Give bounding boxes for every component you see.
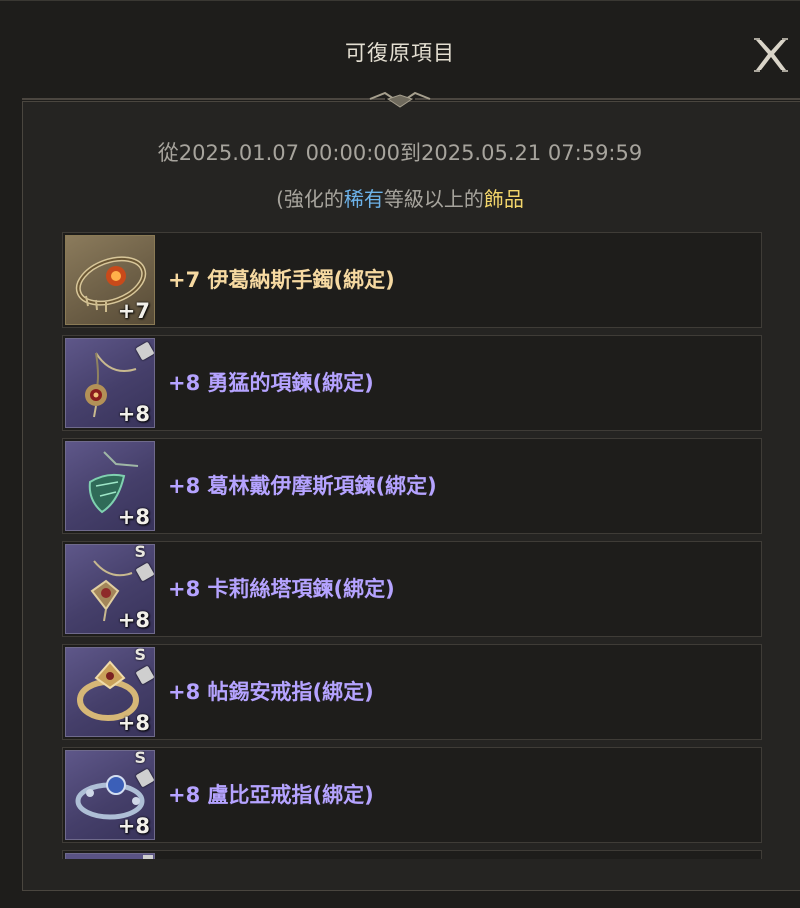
enhance-level: +7 bbox=[117, 299, 150, 323]
condition-category: 飾品 bbox=[483, 187, 524, 211]
close-button[interactable] bbox=[752, 36, 790, 74]
restore-period-text: 從2025.01.07 00:00:00到2025.05.21 07:59:59 bbox=[157, 141, 643, 165]
enhance-level: +8 bbox=[117, 711, 150, 735]
item-thumbnail: S +8 bbox=[65, 647, 155, 737]
restore-condition-text: (強化的稀有等級以上的飾品 bbox=[0, 183, 800, 212]
item-thumbnail: +8 bbox=[65, 338, 155, 428]
enhance-level: +8 bbox=[117, 814, 150, 838]
s-grade-badge: S bbox=[134, 544, 146, 561]
enhance-level: +8 bbox=[117, 505, 150, 529]
list-item[interactable]: S +8 +8 卡莉絲塔項鍊(綁定) bbox=[62, 541, 762, 637]
item-thumbnail: +7 bbox=[65, 235, 155, 325]
item-thumbnail bbox=[65, 853, 155, 859]
list-item-partial[interactable] bbox=[62, 850, 762, 859]
item-name: +8 帖錫安戒指(綁定) bbox=[168, 680, 374, 704]
header-ornament bbox=[22, 91, 800, 108]
enhance-level: +8 bbox=[117, 608, 150, 632]
item-name: +8 盧比亞戒指(綁定) bbox=[168, 783, 374, 807]
condition-prefix: (強化的 bbox=[276, 187, 344, 211]
list-item[interactable]: +8 +8 葛林戴伊摩斯項鍊(綁定) bbox=[62, 438, 762, 534]
condition-middle: 等級以上的 bbox=[383, 187, 484, 211]
list-item[interactable]: +7 +7 伊葛納斯手鐲(綁定) bbox=[62, 232, 762, 328]
s-grade-badge: S bbox=[134, 750, 146, 767]
item-thumbnail: S +8 bbox=[65, 750, 155, 840]
restorable-items-dialog: 可復原項目 從2025.01.07 00:00:00到2025.05.21 07… bbox=[0, 0, 800, 908]
item-thumbnail: S +8 bbox=[65, 544, 155, 634]
item-name: +8 勇猛的項鍊(綁定) bbox=[168, 371, 374, 395]
bound-lock-icon bbox=[143, 855, 153, 859]
close-x-icon bbox=[754, 38, 788, 72]
condition-rarity: 稀有 bbox=[343, 187, 384, 211]
s-grade-badge: S bbox=[134, 647, 146, 664]
item-name: +7 伊葛納斯手鐲(綁定) bbox=[168, 268, 395, 292]
dialog-title: 可復原項目 bbox=[345, 41, 455, 65]
item-thumbnail: +8 bbox=[65, 441, 155, 531]
item-name: +8 卡莉絲塔項鍊(綁定) bbox=[168, 577, 395, 601]
list-item[interactable]: S +8 +8 帖錫安戒指(綁定) bbox=[62, 644, 762, 740]
list-item[interactable]: +8 +8 勇猛的項鍊(綁定) bbox=[62, 335, 762, 431]
item-list[interactable]: +7 +7 伊葛納斯手鐲(綁定) +8 +8 勇猛的項鍊(綁定) +8 +8 葛… bbox=[62, 232, 764, 859]
item-name: +8 葛林戴伊摩斯項鍊(綁定) bbox=[168, 474, 437, 498]
enhance-level: +8 bbox=[117, 402, 150, 426]
list-item[interactable]: S +8 +8 盧比亞戒指(綁定) bbox=[62, 747, 762, 843]
